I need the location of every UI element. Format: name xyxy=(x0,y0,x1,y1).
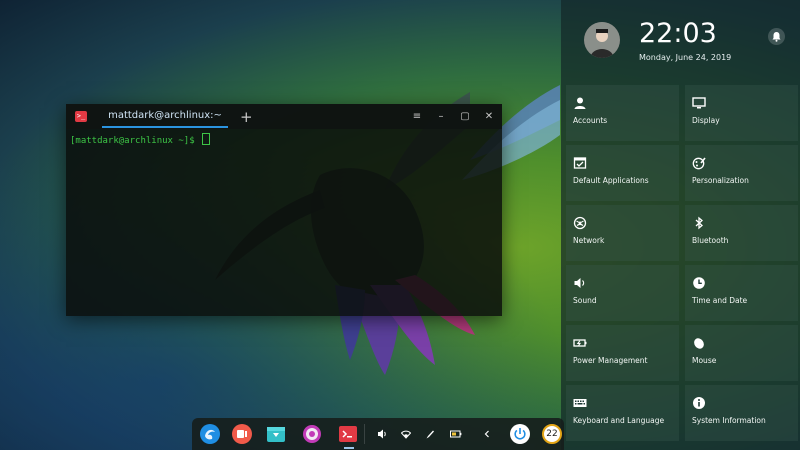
bell-icon xyxy=(772,32,781,42)
panel-date: Monday, June 24, 2019 xyxy=(639,53,732,62)
terminal-tab[interactable]: mattdark@archlinux:~ xyxy=(102,105,228,128)
terminal-body[interactable]: [mattdark@archlinux ~]$ xyxy=(66,129,502,150)
clock-app-icon[interactable]: 22 xyxy=(542,424,562,444)
battery-tray-icon[interactable] xyxy=(450,428,462,440)
tile-label: Power Management xyxy=(573,356,648,365)
pen-icon[interactable] xyxy=(425,428,435,440)
tile-label: Display xyxy=(692,116,720,125)
battery-icon xyxy=(573,339,587,347)
notification-button[interactable] xyxy=(768,28,785,45)
speaker-icon xyxy=(574,278,585,288)
tile-default-applications[interactable]: Default Applications xyxy=(566,145,679,201)
tile-label: Sound xyxy=(573,296,597,305)
palette-icon xyxy=(692,157,706,170)
tile-mouse[interactable]: Mouse xyxy=(685,325,798,381)
tile-label: Accounts xyxy=(573,116,608,125)
keyboard-icon xyxy=(573,399,587,407)
panel-clock: 22:03 xyxy=(639,18,717,49)
clock-icon xyxy=(693,277,705,289)
terminal-cursor xyxy=(202,133,211,145)
bluetooth-icon xyxy=(695,216,703,230)
dock-separator xyxy=(364,424,365,444)
tile-sound[interactable]: Sound xyxy=(566,265,679,321)
terminal-dock-icon[interactable] xyxy=(338,424,358,444)
terminal-window[interactable]: >_ mattdark@archlinux:~ + ≡ – ▢ ✕ [mattd… xyxy=(66,104,502,316)
minimize-icon[interactable]: – xyxy=(436,107,446,127)
multitasking-icon[interactable] xyxy=(232,424,252,444)
settings-gear-icon[interactable] xyxy=(302,424,322,444)
control-center-panel[interactable]: 22:03 Monday, June 24, 2019 Accounts Dis… xyxy=(561,0,800,450)
user-icon xyxy=(574,97,586,109)
tile-label: Personalization xyxy=(692,176,749,185)
chevron-left-icon[interactable] xyxy=(482,428,492,440)
tile-keyboard-and-language[interactable]: Keyboard and Language xyxy=(566,385,679,441)
maximize-icon[interactable]: ▢ xyxy=(460,107,470,127)
tile-display[interactable]: Display xyxy=(685,85,798,141)
tile-accounts[interactable]: Accounts xyxy=(566,85,679,141)
network-icon xyxy=(573,216,587,230)
tile-personalization[interactable]: Personalization xyxy=(685,145,798,201)
file-manager-icon[interactable] xyxy=(266,424,286,444)
wifi-icon[interactable] xyxy=(401,428,411,440)
close-icon[interactable]: ✕ xyxy=(484,107,494,127)
terminal-titlebar[interactable]: >_ mattdark@archlinux:~ + ≡ – ▢ ✕ xyxy=(66,104,502,129)
dock: 22 xyxy=(192,418,564,450)
terminal-prompt: [mattdark@archlinux ~]$ xyxy=(70,136,201,146)
new-tab-button[interactable]: + xyxy=(240,107,253,127)
volume-icon[interactable] xyxy=(377,428,387,440)
tile-network[interactable]: Network xyxy=(566,205,679,261)
menu-icon[interactable]: ≡ xyxy=(412,107,422,127)
active-indicator xyxy=(344,447,354,449)
info-icon xyxy=(693,397,705,409)
clock-app-text: 22 xyxy=(546,429,558,439)
launcher-icon[interactable] xyxy=(200,424,220,444)
tile-label: Network xyxy=(573,236,605,245)
tile-label: Keyboard and Language xyxy=(573,416,665,425)
tile-label: Bluetooth xyxy=(692,236,729,245)
tile-time-and-date[interactable]: Time and Date xyxy=(685,265,798,321)
monitor-icon xyxy=(692,97,706,109)
tile-label: System Information xyxy=(692,416,766,425)
tile-label: Mouse xyxy=(692,356,717,365)
tile-label: Time and Date xyxy=(692,296,748,305)
default-apps-icon xyxy=(573,157,587,169)
avatar[interactable] xyxy=(584,22,620,58)
power-icon[interactable] xyxy=(510,424,530,444)
mouse-icon xyxy=(694,338,704,349)
tile-power-management[interactable]: Power Management xyxy=(566,325,679,381)
tile-system-information[interactable]: System Information xyxy=(685,385,798,441)
terminal-app-icon: >_ xyxy=(75,111,87,122)
tile-label: Default Applications xyxy=(573,176,649,185)
tile-bluetooth[interactable]: Bluetooth xyxy=(685,205,798,261)
